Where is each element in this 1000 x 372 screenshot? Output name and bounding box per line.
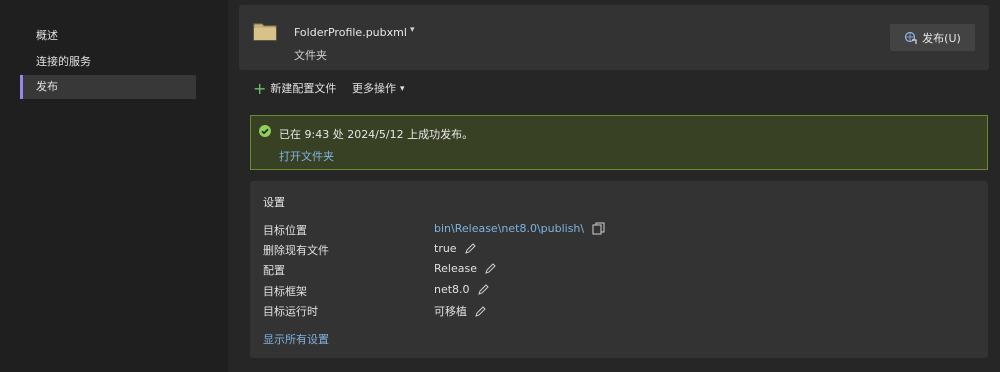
setting-value-target-framework: net8.0 — [434, 283, 489, 296]
new-profile-label: 新建配置文件 — [270, 82, 337, 95]
publish-button-label: 发布(U) — [922, 31, 961, 45]
edit-pencil-icon[interactable] — [477, 284, 489, 295]
settings-card: 设置 目标位置 bin\Release\net8.0\publish\ 删除现有… — [250, 181, 988, 358]
show-all-settings-link[interactable]: 显示所有设置 — [263, 331, 329, 347]
setting-value-configuration: Release — [434, 262, 496, 275]
setting-value-target-location: bin\Release\net8.0\publish\ — [434, 222, 605, 235]
setting-label-target-runtime: 目标运行时 — [263, 305, 318, 318]
target-runtime-value: 可移植 — [434, 305, 467, 318]
edit-pencil-icon[interactable] — [475, 305, 486, 317]
sidebar: 概述 连接的服务 发布 — [0, 0, 228, 372]
target-location-link[interactable]: bin\Release\net8.0\publish\ — [434, 222, 584, 235]
configuration-value: Release — [434, 262, 477, 275]
setting-value-delete-existing: true — [434, 242, 476, 255]
open-folder-link[interactable]: 打开文件夹 — [279, 148, 334, 164]
settings-title: 设置 — [263, 196, 285, 209]
edit-pencil-icon[interactable] — [464, 243, 476, 254]
profile-name[interactable]: FolderProfile.pubxml — [294, 26, 407, 39]
new-profile-button[interactable]: + 新建配置文件 — [253, 80, 336, 98]
sidebar-item-overview[interactable]: 概述 — [20, 24, 196, 48]
plus-icon: + — [253, 79, 267, 98]
target-framework-value: net8.0 — [434, 283, 470, 296]
success-message: 已在 9:43 处 2024/5/12 上成功发布。 — [279, 128, 474, 141]
profile-type: 文件夹 — [294, 49, 327, 62]
edit-pencil-icon[interactable] — [485, 263, 496, 274]
publish-success-banner: 已在 9:43 处 2024/5/12 上成功发布。 打开文件夹 — [250, 115, 988, 170]
profile-card: FolderProfile.pubxml ▾ 文件夹 发布(U) — [239, 5, 989, 70]
setting-label-target-location: 目标位置 — [263, 224, 307, 237]
setting-label-configuration: 配置 — [263, 264, 285, 277]
main-panel: FolderProfile.pubxml ▾ 文件夹 发布(U) + 新建配置文… — [228, 0, 1000, 372]
publish-button[interactable]: 发布(U) — [890, 24, 975, 51]
setting-label-delete-existing: 删除现有文件 — [263, 244, 329, 257]
chevron-down-icon: ▾ — [400, 84, 405, 94]
sidebar-item-publish[interactable]: 发布 — [20, 75, 196, 99]
delete-existing-value: true — [434, 242, 457, 255]
setting-label-target-framework: 目标框架 — [263, 285, 307, 298]
copy-icon[interactable] — [592, 222, 605, 235]
more-actions-label: 更多操作 — [352, 82, 396, 95]
more-actions-button[interactable]: 更多操作 ▾ — [352, 80, 405, 98]
folder-icon — [253, 23, 277, 41]
sidebar-item-connected-services[interactable]: 连接的服务 — [20, 50, 196, 74]
success-check-icon — [259, 125, 271, 137]
profile-dropdown-caret-icon[interactable]: ▾ — [410, 25, 415, 35]
setting-value-target-runtime: 可移植 — [434, 303, 486, 319]
publish-globe-icon — [905, 31, 917, 44]
